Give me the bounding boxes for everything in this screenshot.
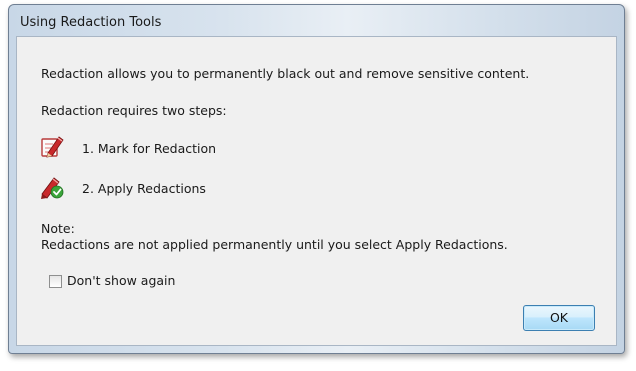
- dialog-body: Redaction allows you to permanently blac…: [16, 36, 617, 346]
- dont-show-again-checkbox[interactable]: [49, 275, 62, 288]
- step-1-label: 1. Mark for Redaction: [82, 141, 217, 156]
- note-text: Redactions are not applied permanently u…: [41, 237, 508, 252]
- note-heading: Note:: [41, 221, 75, 236]
- step-2-label: 2. Apply Redactions: [82, 181, 206, 196]
- apply-redactions-icon: [39, 174, 65, 200]
- mark-redaction-pen-icon: [39, 133, 65, 159]
- steps-heading: Redaction requires two steps:: [41, 103, 227, 118]
- dont-show-again-label[interactable]: Don't show again: [67, 273, 175, 289]
- ok-button[interactable]: OK: [523, 305, 595, 331]
- redaction-dialog: Using Redaction Tools Redaction allows y…: [8, 4, 625, 354]
- dialog-title: Using Redaction Tools: [20, 15, 162, 30]
- intro-text: Redaction allows you to permanently blac…: [41, 66, 530, 81]
